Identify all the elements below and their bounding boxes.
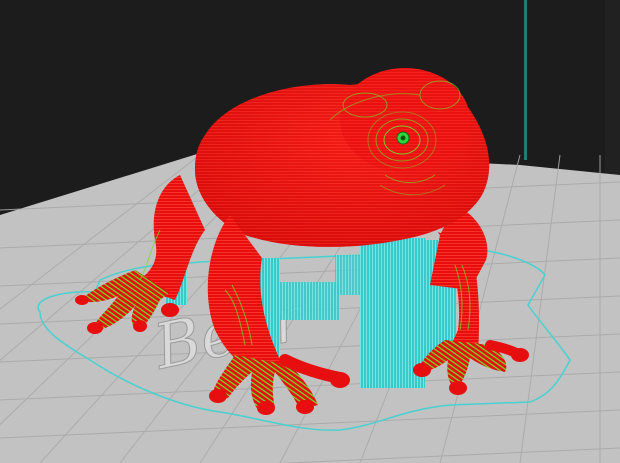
- printer-frame-right: [524, 0, 527, 160]
- sliced-model-scene: Bear: [0, 0, 620, 463]
- printer-frame-right-edge: [605, 0, 620, 200]
- 3d-preview-viewport[interactable]: Bear: [0, 0, 620, 463]
